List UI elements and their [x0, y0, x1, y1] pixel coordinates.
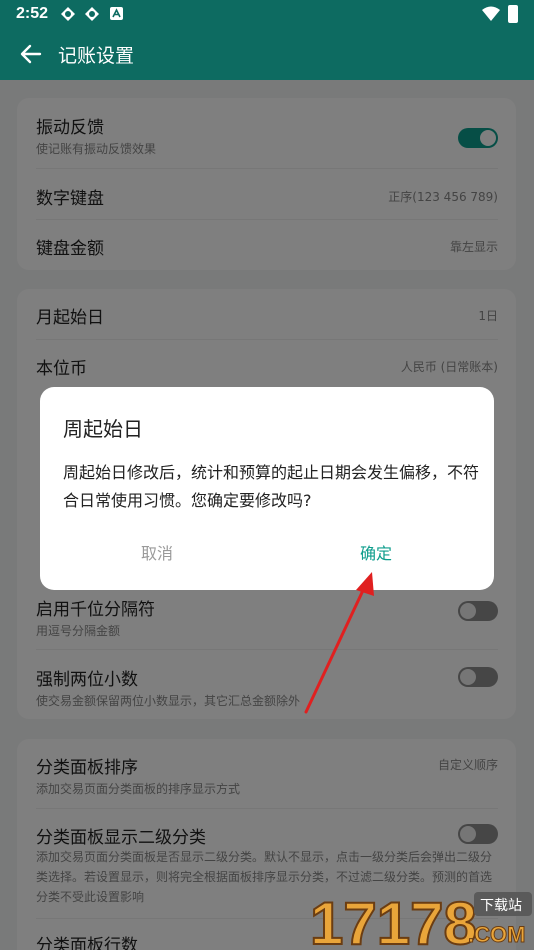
back-arrow-icon[interactable] [18, 41, 44, 67]
page-title: 记账设置 [58, 45, 135, 67]
status-time: 2:52 [16, 5, 49, 22]
app-notification-icon [110, 7, 123, 20]
dialog-message: 周起始日修改后，统计和预算的起止日期会发生偏移，不符合日常使用习惯。您确定要修改… [63, 463, 480, 510]
svg-text:.COM: .COM [468, 922, 525, 947]
confirm-button[interactable]: 确定 [316, 540, 436, 564]
cancel-button[interactable]: 取消 [97, 540, 217, 564]
dialog-title: 周起始日 [63, 417, 143, 441]
annotation-arrow-icon [304, 572, 374, 714]
svg-text:下载站: 下载站 [480, 898, 522, 914]
status-bar: 2:52 [0, 0, 534, 28]
week-start-confirm-dialog: 周起始日 周起始日修改后，统计和预算的起止日期会发生偏移，不符合日常使用习惯。您… [40, 387, 494, 590]
wifi-icon [482, 6, 500, 21]
notification-icon-2 [85, 7, 99, 21]
app-bar: 记账设置 [0, 28, 534, 80]
battery-icon [508, 5, 518, 23]
svg-text:17178: 17178 [310, 890, 477, 950]
notification-icon [61, 7, 75, 21]
site-watermark-logo: 17178 下载站 .COM [310, 889, 532, 950]
